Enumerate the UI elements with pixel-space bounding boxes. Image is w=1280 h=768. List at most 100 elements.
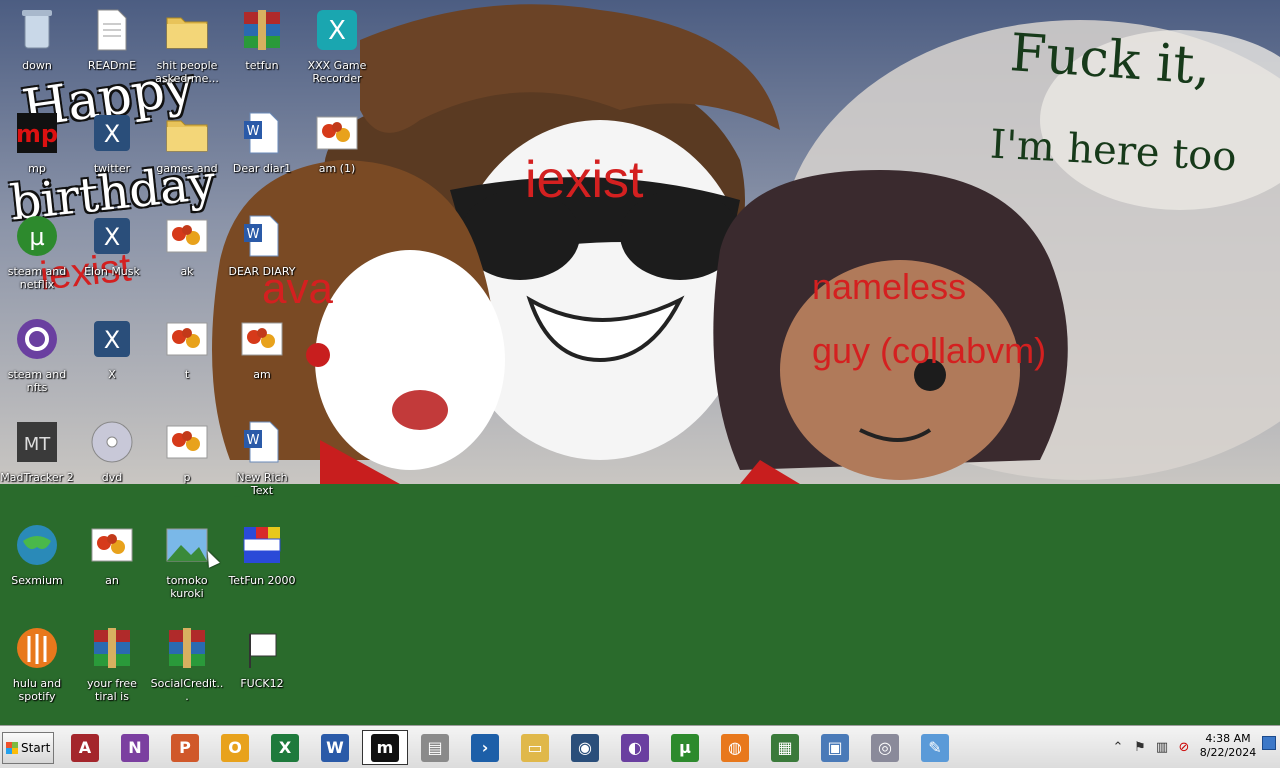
powerpoint-icon: P [171, 733, 199, 762]
desktop-icon[interactable]: X Elon Musk [75, 206, 149, 306]
image-file-icon [163, 315, 211, 363]
desktop-icon-label: am (1) [318, 162, 356, 175]
desktop-icon-label: tetfun [245, 59, 279, 72]
desktop-icon-label: SocialCredit... [150, 677, 224, 703]
taskbar-button-computer[interactable]: ▤ [412, 730, 458, 765]
desktop-icon-label: New Rich Text Document [236, 471, 288, 497]
desktop-icon[interactable]: steam and nfts [0, 309, 74, 409]
desktop-icon[interactable]: your free tiral is expired ... [75, 618, 149, 718]
desktop-icon[interactable]: an [75, 515, 149, 615]
taskbar-button-outlook[interactable]: O [212, 730, 258, 765]
desktop-icon[interactable]: Xtwitter [75, 103, 149, 203]
bitcomet-icon: ◍ [721, 733, 749, 762]
taskbar-button-network[interactable]: ◉ [562, 730, 608, 765]
desktop-icon-label: tomoko kuroki smoking weed [166, 574, 208, 600]
desktop-icon[interactable]: ak [150, 206, 224, 306]
desktop-icon[interactable]: games and [150, 103, 224, 203]
recycle-bin-icon [13, 6, 61, 54]
taskbar-button-word[interactable]: W [312, 730, 358, 765]
start-button-label: Start [21, 741, 51, 755]
desktop-icon-label: Sexmium [11, 574, 63, 587]
desktop-icon[interactable]: down [0, 0, 74, 100]
taskbar-button-bittorrent[interactable]: ◐ [612, 730, 658, 765]
text-file-icon [88, 6, 136, 54]
desktop-icon[interactable]: X XXX Game Recorder [300, 0, 374, 100]
desktop-icon[interactable]: t [150, 309, 224, 409]
folder-icon: ▭ [521, 733, 549, 762]
action-center-flag-icon[interactable]: ⚑ [1129, 737, 1151, 759]
control-panel-icon: ▣ [821, 733, 849, 762]
clock[interactable]: 4:38 AM 8/22/2024 [1192, 732, 1264, 760]
utorrent-icon: µ [13, 212, 61, 260]
desktop-icon-label: steam and nfts [7, 368, 67, 394]
desktop-icon[interactable]: READmE [75, 0, 149, 100]
desktop-icon[interactable]: tetfun [225, 0, 299, 100]
taskbar-button-mp[interactable]: m [362, 730, 408, 765]
network-icon[interactable]: ▥ [1151, 737, 1173, 759]
desktop-icon[interactable]: Sexmium [0, 515, 74, 615]
desktop-icon-label: X [108, 368, 116, 381]
desktop-icon[interactable]: MT MadTracker 2 [0, 412, 74, 512]
desktop-icon[interactable]: TetFun 2000 [225, 515, 299, 615]
word-document-icon: W [238, 212, 286, 260]
taskbar-button-dvd[interactable]: ◎ [862, 730, 908, 765]
dvd-icon: ◎ [871, 733, 899, 762]
desktop-icon-label: Dear diar1 [232, 162, 292, 175]
desktop-icon-label: down [22, 59, 52, 72]
taskbar-button-paint[interactable]: ✎ [912, 730, 958, 765]
word-document-icon: W [238, 109, 286, 157]
desktop-icon-label: FUCK12 [240, 677, 284, 690]
mp-app-icon: m [371, 733, 399, 762]
taskbar-button-utorrent[interactable]: µ [662, 730, 708, 765]
taskbar-button-monitor[interactable]: ▦ [762, 730, 808, 765]
taskbar-button-explorer[interactable]: ▭ [512, 730, 558, 765]
desktop[interactable]: Happy birthday iexist iexist ava nameles… [0, 0, 1280, 725]
desktop-icon[interactable]: shit people asked me... [150, 0, 224, 100]
desktop-icon[interactable]: W DEAR DIARY [225, 206, 299, 306]
desktop-icon[interactable]: mp mp [0, 103, 74, 203]
taskbar-button-powerpoint[interactable]: P [162, 730, 208, 765]
image-file-icon [88, 521, 136, 569]
svg-text:MT: MT [24, 434, 52, 455]
task-manager-icon: ▦ [771, 733, 799, 762]
winrar-archive-icon [88, 624, 136, 672]
taskbar-button-excel[interactable]: X [262, 730, 308, 765]
desktop-icon-label: p [183, 471, 191, 484]
desktop-icon[interactable]: am (1) [300, 103, 374, 203]
taskbar-button-access[interactable]: A [62, 730, 108, 765]
desktop-icon[interactable]: SocialCredit... [150, 618, 224, 718]
show-desktop-icon[interactable] [1262, 736, 1276, 750]
desktop-icon[interactable]: am [225, 309, 299, 409]
desktop-icon[interactable]: p [150, 412, 224, 512]
desktop-icon[interactable]: W New Rich Text Document [225, 412, 299, 512]
desktop-icon[interactable]: µ steam and netflix [0, 206, 74, 306]
bitcomet-icon [13, 624, 61, 672]
desktop-icon-label: READmE [87, 59, 137, 72]
desktop-icon-label: dvd [101, 471, 123, 484]
svg-text:X: X [104, 120, 120, 148]
desktop-icon[interactable]: dvd [75, 412, 149, 512]
svg-text:W: W [247, 433, 260, 448]
desktop-icon[interactable]: hulu and spotify [0, 618, 74, 718]
show-hidden-icons-icon[interactable]: ⌃ [1107, 737, 1129, 759]
desktop-icon-label: your free tiral is expired ... [87, 677, 137, 703]
access-icon: A [71, 733, 99, 762]
start-button[interactable]: Start [2, 732, 54, 764]
desktop-icon-label: DEAR DIARY [228, 265, 296, 278]
word-document-icon: W [238, 418, 286, 466]
folder-icon [163, 109, 211, 157]
desktop-icon[interactable]: XX [75, 309, 149, 409]
onenote-icon: N [121, 733, 149, 762]
bittorrent-icon [13, 315, 61, 363]
taskbar-button-onenote[interactable]: N [112, 730, 158, 765]
desktop-icon[interactable]: W Dear diar1 [225, 103, 299, 203]
taskbar-button-bitcomet[interactable]: ◍ [712, 730, 758, 765]
svg-text:W: W [247, 227, 260, 242]
image-file-icon [313, 109, 361, 157]
desktop-icon[interactable]: FUCK12 [225, 618, 299, 718]
bittorrent-icon: ◐ [621, 733, 649, 762]
mp-app-icon: mp [13, 109, 61, 157]
taskbar-button-powershell[interactable]: › [462, 730, 508, 765]
taskbar-button-control-panel[interactable]: ▣ [812, 730, 858, 765]
desktop-icon-label: am [253, 368, 271, 381]
